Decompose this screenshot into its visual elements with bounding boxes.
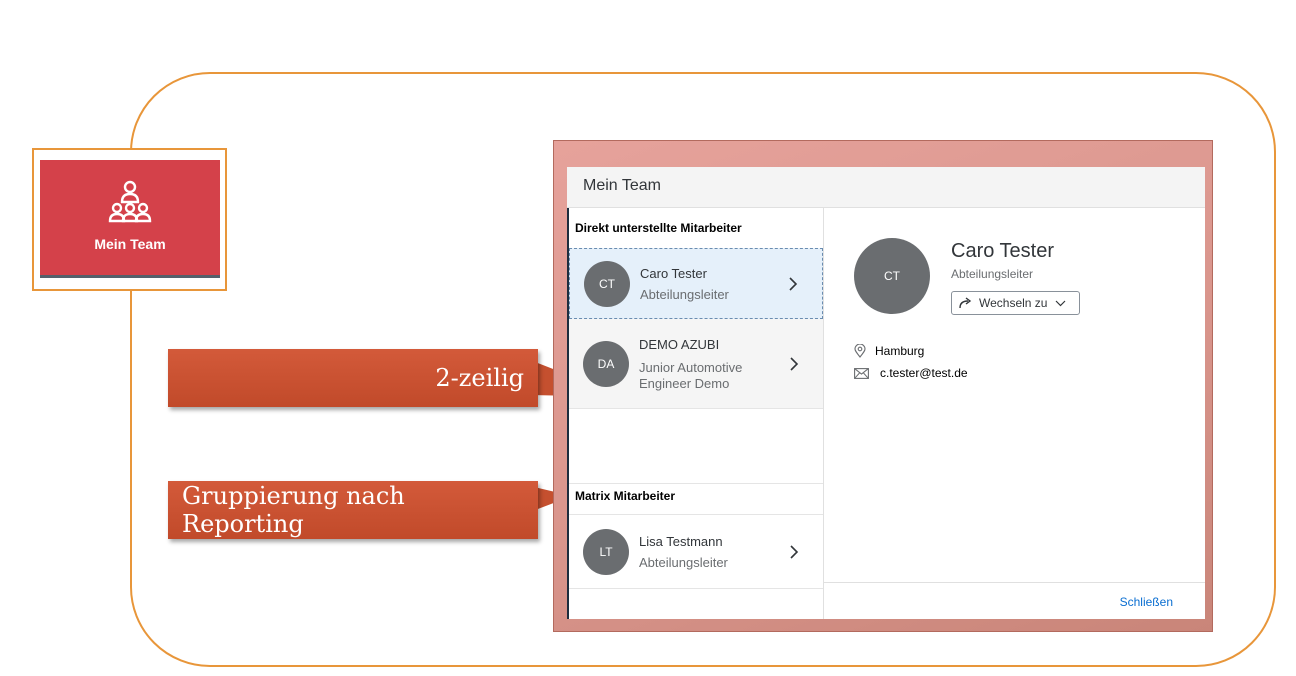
detail-name: Caro Tester bbox=[951, 240, 1055, 262]
group-header-direct: Direkt unterstellte Mitarbeiter bbox=[575, 221, 742, 235]
switch-to-button[interactable]: Wechseln zu bbox=[951, 291, 1080, 315]
callout-2-zeilig: 2-zeilig bbox=[168, 349, 538, 407]
dialog-footer: Schließen bbox=[824, 582, 1205, 619]
switch-label: Wechseln zu bbox=[979, 296, 1048, 310]
team-list: Direkt unterstellte Mitarbeiter CT Caro … bbox=[567, 208, 824, 619]
close-button[interactable]: Schließen bbox=[1120, 595, 1173, 609]
avatar: DA bbox=[583, 340, 629, 387]
chevron-down-icon bbox=[1056, 300, 1066, 306]
employee-detail: CT Caro Tester Abteilungsleiter Wechseln… bbox=[824, 208, 1205, 582]
location-row: Hamburg bbox=[854, 344, 924, 358]
item-role: Abteilungsleiter bbox=[640, 286, 729, 302]
mein-team-dialog: Mein Team Direkt unterstellte Mitarbeite… bbox=[567, 167, 1205, 619]
item-role-line1: Junior Automotive bbox=[639, 359, 743, 375]
group-header-matrix: Matrix Mitarbeiter bbox=[569, 484, 823, 515]
item-name: Caro Tester bbox=[640, 265, 707, 281]
list-item-demo-azubi[interactable]: DA DEMO AZUBI Junior Automotive Engineer… bbox=[569, 319, 823, 409]
chevron-right-icon bbox=[790, 544, 799, 559]
mein-team-tile[interactable]: Mein Team bbox=[40, 160, 220, 278]
team-icon bbox=[108, 180, 152, 222]
chevron-right-icon bbox=[790, 356, 799, 371]
location-pin-icon bbox=[854, 344, 866, 358]
item-name: Lisa Testmann bbox=[639, 533, 723, 549]
email-link[interactable]: c.tester@test.de bbox=[880, 366, 968, 380]
item-role-line2: Engineer Demo bbox=[639, 375, 730, 391]
callout-gruppierung: Gruppierung nach Reporting bbox=[168, 481, 538, 539]
item-role: Abteilungsleiter bbox=[639, 554, 728, 570]
chevron-right-icon bbox=[789, 276, 798, 291]
list-spacer bbox=[569, 409, 823, 484]
dialog-title: Mein Team bbox=[567, 167, 1205, 208]
callout-text: 2-zeilig bbox=[435, 364, 524, 392]
callout-text: Gruppierung nach Reporting bbox=[182, 482, 405, 538]
forward-arrow-icon bbox=[959, 297, 972, 309]
avatar: LT bbox=[583, 528, 629, 575]
envelope-icon bbox=[854, 367, 869, 379]
detail-role: Abteilungsleiter bbox=[951, 267, 1034, 281]
item-name: DEMO AZUBI bbox=[639, 336, 720, 352]
location-text: Hamburg bbox=[875, 344, 925, 358]
tile-label: Mein Team bbox=[94, 235, 166, 252]
detail-avatar: CT bbox=[854, 238, 930, 314]
email-row: c.tester@test.de bbox=[854, 366, 968, 380]
avatar: CT bbox=[584, 260, 630, 307]
list-item-lisa-testmann[interactable]: LT Lisa Testmann Abteilungsleiter bbox=[569, 515, 823, 589]
list-item-caro-tester[interactable]: CT Caro Tester Abteilungsleiter bbox=[569, 248, 823, 319]
dialog-backdrop: Mein Team Direkt unterstellte Mitarbeite… bbox=[553, 140, 1213, 632]
